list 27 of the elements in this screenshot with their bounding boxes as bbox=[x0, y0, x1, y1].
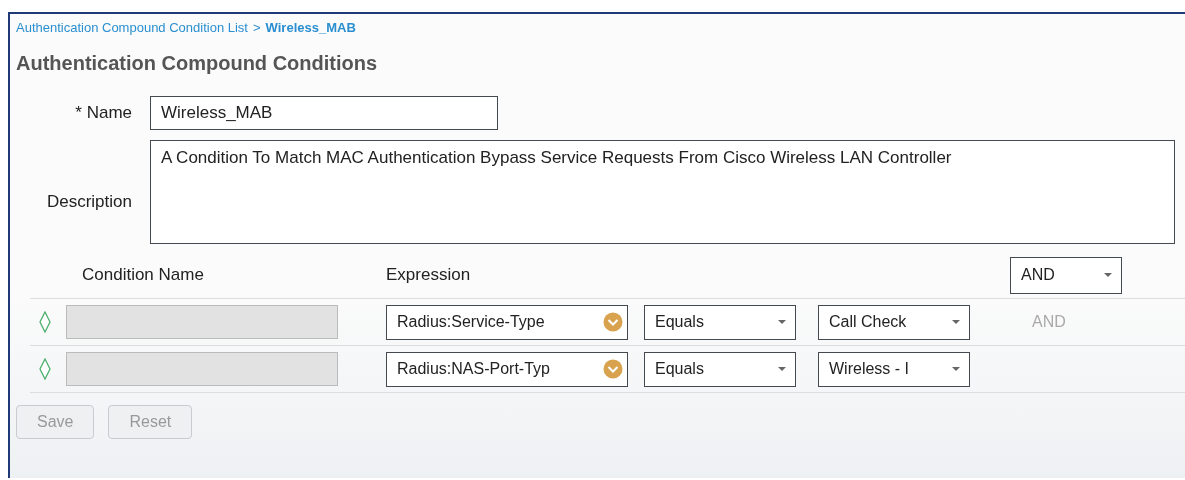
breadcrumb-current: Wireless_MAB bbox=[265, 20, 356, 35]
operator-dropdown[interactable]: Equals bbox=[644, 351, 796, 387]
diamond-icon bbox=[39, 358, 51, 380]
caret-icon bbox=[777, 319, 787, 325]
field-label: * Name bbox=[74, 103, 133, 123]
column-header: Condition Name bbox=[81, 265, 205, 285]
value-dropdown[interactable]: Wireless - I bbox=[818, 351, 970, 387]
chevron-icon[interactable] bbox=[603, 312, 623, 332]
caret-icon bbox=[777, 366, 787, 372]
caret-icon bbox=[951, 319, 961, 325]
caret-icon bbox=[951, 366, 961, 372]
attribute-field[interactable]: Radius:Service-Type bbox=[386, 304, 628, 340]
caret-icon bbox=[1103, 272, 1113, 278]
chevron-icon[interactable] bbox=[603, 359, 623, 379]
diamond-icon bbox=[39, 311, 51, 333]
page-heading: Authentication Compound Conditions bbox=[16, 52, 379, 75]
breadcrumb-separator: > bbox=[253, 20, 261, 35]
name-field[interactable]: Wireless_MAB bbox=[150, 96, 498, 130]
operator-dropdown[interactable]: Equals bbox=[644, 304, 796, 340]
description-field[interactable]: A Condition To Match MAC Authentication Bypass Service Requests From Cisco Wireless LAN Controller bbox=[150, 140, 1175, 244]
operator-dropdown[interactable]: AND bbox=[1010, 256, 1122, 294]
breadcrumb-link[interactable]: Authentication Compound Condition List bbox=[16, 20, 248, 35]
attribute-field[interactable]: Radius:NAS-Port-Typ bbox=[386, 351, 628, 387]
value-dropdown[interactable]: Call Check bbox=[818, 304, 970, 340]
column-header: Expression bbox=[386, 265, 472, 285]
field-label: Description bbox=[45, 192, 133, 212]
joiner-label: AND bbox=[1031, 313, 1067, 331]
